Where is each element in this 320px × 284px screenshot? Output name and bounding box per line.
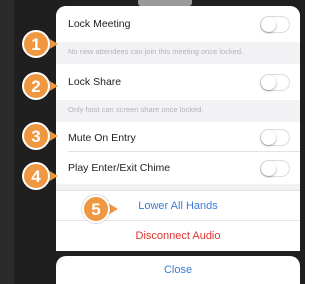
toggle-knob	[261, 130, 276, 145]
lock-share-note: Only host can screen share once locked.	[68, 105, 204, 114]
mute-on-entry-row[interactable]: Mute On Entry	[56, 122, 300, 152]
close-button[interactable]: Close	[56, 264, 300, 276]
toggle-knob	[261, 161, 276, 176]
play-chime-toggle[interactable]	[260, 160, 290, 177]
callout-badge-2: 2	[22, 72, 50, 100]
callout-badge-5: 5	[82, 195, 110, 223]
background-edge	[0, 0, 14, 284]
close-panel: Close	[56, 256, 300, 284]
lock-share-toggle[interactable]	[260, 74, 290, 91]
lock-meeting-note: No new attendees can join this meeting o…	[68, 47, 244, 56]
lock-meeting-label: Lock Meeting	[68, 18, 131, 30]
disconnect-audio-button[interactable]: Disconnect Audio	[56, 230, 300, 242]
play-chime-label: Play Enter/Exit Chime	[68, 162, 171, 174]
mute-on-entry-label: Mute On Entry	[68, 132, 136, 144]
lock-share-row[interactable]: Lock Share	[56, 64, 300, 100]
settings-panel: Lock Meeting No new attendees can join t…	[56, 6, 300, 190]
lock-share-label: Lock Share	[68, 76, 122, 88]
meeting-settings-screen: Lock Meeting No new attendees can join t…	[0, 0, 305, 284]
toggle-knob	[261, 17, 276, 32]
callout-badge-1: 1	[22, 30, 50, 58]
callout-badge-3: 3	[22, 122, 50, 150]
play-chime-row[interactable]: Play Enter/Exit Chime	[56, 152, 300, 184]
lock-meeting-toggle[interactable]	[260, 16, 290, 33]
callout-badge-4: 4	[22, 162, 50, 190]
toggle-knob	[261, 75, 276, 90]
mute-on-entry-toggle[interactable]	[260, 129, 290, 146]
lock-meeting-row[interactable]: Lock Meeting	[56, 6, 300, 42]
